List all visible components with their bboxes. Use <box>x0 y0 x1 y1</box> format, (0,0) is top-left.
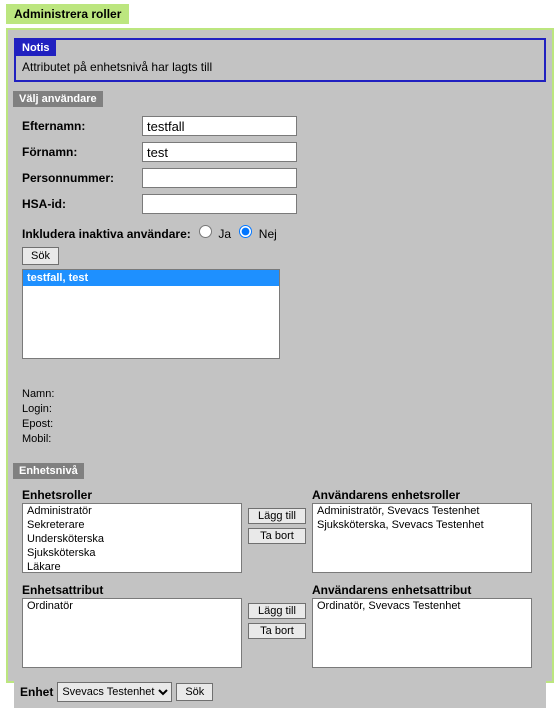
list-item[interactable]: Undersköterska <box>23 532 241 546</box>
lastname-input[interactable] <box>142 116 297 136</box>
unit-roles-listbox[interactable]: Administratör Sekreterare Undersköterska… <box>22 503 242 573</box>
main-panel: Notis Attributet på enhetsnivå har lagts… <box>6 28 554 683</box>
roles-remove-button[interactable]: Ta bort <box>248 528 306 544</box>
list-item[interactable]: testfall, test <box>23 270 279 286</box>
firstname-input[interactable] <box>142 142 297 162</box>
notice-title: Notis <box>16 40 56 56</box>
list-item[interactable]: Administratör, Svevacs Testenhet <box>313 504 531 518</box>
unit-select[interactable]: Svevacs Testenhet <box>57 682 172 702</box>
unit-attrs-left-title: Enhetsattribut <box>22 583 242 597</box>
user-unit-attrs-listbox[interactable]: Ordinatör, Svevacs Testenhet <box>312 598 532 668</box>
attrs-remove-button[interactable]: Ta bort <box>248 623 306 639</box>
user-search-header: Välj användare <box>13 91 103 107</box>
info-name-label: Namn: <box>22 387 538 402</box>
hsa-label: HSA-id: <box>22 197 142 211</box>
unit-search-button[interactable]: Sök <box>176 683 213 701</box>
unit-select-label: Enhet <box>20 685 53 699</box>
list-item[interactable]: Läkare <box>23 560 241 573</box>
list-item[interactable]: Ordinatör <box>23 599 241 613</box>
unit-level-section: Enhetsnivå Enhetsroller Administratör Se… <box>14 464 546 708</box>
no-label: Nej <box>259 227 277 241</box>
list-item[interactable]: Sjuksköterska, Svevacs Testenhet <box>313 518 531 532</box>
yes-label: Ja <box>218 227 231 241</box>
user-search-section: Välj användare Efternamn: Förnamn: Perso… <box>14 92 546 456</box>
list-item[interactable]: Sekreterare <box>23 518 241 532</box>
list-item[interactable]: Administratör <box>23 504 241 518</box>
user-search-button[interactable]: Sök <box>22 247 59 265</box>
attrs-add-button[interactable]: Lägg till <box>248 603 306 619</box>
info-mobile-label: Mobil: <box>22 432 538 447</box>
unit-roles-left-title: Enhetsroller <box>22 488 242 502</box>
lastname-label: Efternamn: <box>22 119 142 133</box>
notice-box: Notis Attributet på enhetsnivå har lagts… <box>14 38 546 82</box>
user-unit-roles-listbox[interactable]: Administratör, Svevacs Testenhet Sjukskö… <box>312 503 532 573</box>
personnr-label: Personnummer: <box>22 171 142 185</box>
user-results-listbox[interactable]: testfall, test <box>22 269 280 359</box>
roles-add-button[interactable]: Lägg till <box>248 508 306 524</box>
personnr-input[interactable] <box>142 168 297 188</box>
user-info-block: Namn: Login: Epost: Mobil: <box>22 387 538 446</box>
include-inactive-no-radio[interactable] <box>239 225 252 238</box>
include-inactive-yes-radio[interactable] <box>199 225 212 238</box>
user-unit-roles-title: Användarens enhetsroller <box>312 488 532 502</box>
list-item[interactable]: Sjuksköterska <box>23 546 241 560</box>
unit-attrs-listbox[interactable]: Ordinatör <box>22 598 242 668</box>
list-item[interactable]: Ordinatör, Svevacs Testenhet <box>313 599 531 613</box>
notice-body: Attributet på enhetsnivå har lagts till <box>16 56 544 80</box>
info-login-label: Login: <box>22 402 538 417</box>
page-title: Administrera roller <box>6 4 129 24</box>
user-unit-attrs-title: Användarens enhetsattribut <box>312 583 532 597</box>
hsa-input[interactable] <box>142 194 297 214</box>
info-email-label: Epost: <box>22 417 538 432</box>
firstname-label: Förnamn: <box>22 145 142 159</box>
include-inactive-label: Inkludera inaktiva användare: <box>22 227 191 241</box>
unit-level-header: Enhetsnivå <box>13 463 84 479</box>
